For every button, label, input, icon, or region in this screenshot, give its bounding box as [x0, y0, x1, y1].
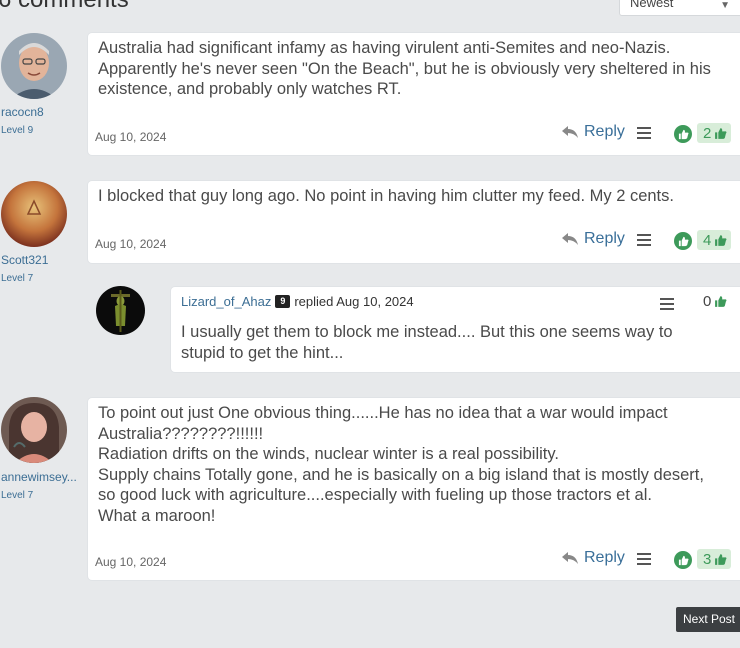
- thumbs-up-icon: [678, 555, 689, 565]
- like-button[interactable]: [674, 232, 692, 250]
- sort-select-value: Newest: [630, 0, 674, 10]
- reply-button[interactable]: Reply: [562, 123, 625, 141]
- comments-count-title: 6 comments: [0, 0, 129, 14]
- user-name[interactable]: racocn8: [1, 105, 44, 119]
- comment-date: Aug 10, 2024: [95, 237, 167, 251]
- thumbs-up-icon: [715, 234, 727, 246]
- avatar[interactable]: [96, 286, 145, 335]
- reply-meta: replied Aug 10, 2024: [294, 294, 414, 309]
- reply-button[interactable]: Reply: [562, 230, 625, 248]
- user-level: Level 9: [1, 125, 34, 136]
- comment-card: I blocked that guy long ago. No point in…: [88, 181, 740, 263]
- sort-select[interactable]: Newest ▼: [619, 0, 740, 16]
- comment-date: Aug 10, 2024: [95, 555, 167, 569]
- user-level: Level 7: [1, 273, 34, 284]
- user-name[interactable]: annewimsey...: [1, 470, 77, 484]
- reply-author[interactable]: Lizard_of_Ahaz: [181, 294, 271, 309]
- thumbs-up-icon: [715, 296, 727, 307]
- like-button[interactable]: [674, 125, 692, 143]
- reply-text: I usually get them to block me instead..…: [181, 323, 673, 362]
- menu-icon[interactable]: [637, 234, 651, 246]
- comment-card: Australia had significant infamy as havi…: [88, 33, 740, 155]
- like-button[interactable]: [674, 551, 692, 569]
- menu-icon[interactable]: [637, 553, 651, 565]
- next-post-button[interactable]: Next Post: [676, 607, 740, 632]
- comment-card: To point out just One obvious thing.....…: [88, 398, 740, 580]
- comment-text: I blocked that guy long ago. No point in…: [98, 187, 674, 205]
- thumbs-up-icon: [678, 129, 689, 139]
- level-badge: 9: [275, 295, 291, 308]
- like-count: 4: [697, 230, 732, 250]
- user-name[interactable]: Scott321: [1, 253, 48, 267]
- reply-arrow-icon: [562, 233, 578, 245]
- avatar[interactable]: [1, 397, 67, 463]
- like-count: 3: [697, 549, 732, 569]
- comment-text: To point out just One obvious thing.....…: [98, 404, 704, 525]
- reply-arrow-icon: [562, 126, 578, 138]
- avatar[interactable]: [1, 181, 67, 247]
- avatar[interactable]: [1, 33, 67, 99]
- reply-header: Lizard_of_Ahaz 9 replied Aug 10, 2024: [181, 294, 414, 309]
- reply-card: Lizard_of_Ahaz 9 replied Aug 10, 2024 0 …: [171, 287, 740, 372]
- like-count[interactable]: 0: [703, 293, 727, 310]
- comment-date: Aug 10, 2024: [95, 130, 167, 144]
- comment-text: Australia had significant infamy as havi…: [98, 39, 711, 98]
- reply-arrow-icon: [562, 552, 578, 564]
- thumbs-up-icon: [715, 127, 727, 139]
- chevron-down-icon: ▼: [720, 0, 730, 11]
- like-count: 2: [697, 123, 732, 143]
- thumbs-up-icon: [715, 553, 727, 565]
- user-level: Level 7: [1, 490, 34, 501]
- menu-icon[interactable]: [637, 127, 651, 139]
- thumbs-up-icon: [678, 236, 689, 246]
- reply-button[interactable]: Reply: [562, 549, 625, 567]
- menu-icon[interactable]: [660, 298, 674, 310]
